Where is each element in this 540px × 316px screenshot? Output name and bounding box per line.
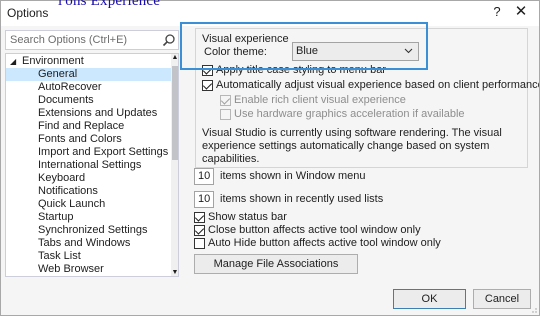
tree-item-label: Find and Replace [38, 120, 125, 132]
color-theme-dropdown[interactable]: Blue [292, 42, 419, 61]
hardware-acceleration-label: Use hardware graphics acceleration if av… [234, 108, 465, 120]
tree-item-environment[interactable]: ◢ Environment [6, 55, 171, 68]
tree-item-label: Keyboard [38, 172, 86, 184]
tree-item-label: Fonts and Colors [38, 133, 122, 145]
enable-rich-client-label: Enable rich client visual experience [234, 94, 406, 106]
tree-item-label: International Settings [38, 159, 142, 171]
dialog-title: Options [7, 6, 49, 20]
tree-item-tabs-and-windows[interactable]: Tabs and Windows [6, 237, 171, 250]
tree-item-label: AutoRecover [38, 81, 102, 93]
color-theme-label: Color theme: [204, 46, 267, 58]
tree-item-label: Task List [38, 250, 81, 262]
close-button-affects-checkbox[interactable] [194, 225, 205, 236]
group-legend: Visual experience [202, 33, 289, 45]
hardware-acceleration-checkbox[interactable] [220, 109, 231, 120]
recent-lists-count-label: items shown in recently used lists [220, 193, 384, 205]
tree-item-notifications[interactable]: Notifications [6, 185, 171, 198]
options-tree: ◢ Environment General AutoRecover Docume… [5, 53, 179, 277]
window-menu-count-input[interactable]: 10 [194, 168, 214, 185]
rendering-info-text: Visual Studio is currently using softwar… [202, 127, 502, 165]
tree-item-label: General [38, 68, 78, 80]
tree-scrollbar[interactable]: ▲ ▼ [171, 54, 178, 276]
tree-item-web-browser[interactable]: Web Browser [6, 263, 171, 276]
auto-hide-affects-checkbox[interactable] [194, 238, 205, 249]
search-icon[interactable] [162, 33, 176, 47]
window-menu-count-label: items shown in Window menu [220, 170, 366, 182]
tree-item-import-export-settings[interactable]: Import and Export Settings [6, 146, 171, 159]
chevron-down-icon [404, 48, 413, 54]
tree-item-find-and-replace[interactable]: Find and Replace [6, 120, 171, 133]
expanded-triangle-icon[interactable]: ◢ [10, 55, 16, 68]
search-options-box[interactable] [5, 30, 179, 50]
tree-item-label: Quick Launch [38, 198, 106, 210]
tree-item-fonts-and-colors[interactable]: Fonts and Colors [6, 133, 171, 146]
tree-item-general[interactable]: General [6, 68, 171, 81]
tree-item-label: Documents [38, 94, 94, 106]
auto-hide-affects-label: Auto Hide button affects active tool win… [208, 237, 441, 249]
tree-item-autorecover[interactable]: AutoRecover [6, 81, 171, 94]
auto-adjust-checkbox[interactable] [202, 80, 213, 91]
close-button[interactable]: ✕ [510, 2, 532, 20]
cancel-button[interactable]: Cancel [473, 289, 531, 309]
enable-rich-client-checkbox[interactable] [220, 95, 231, 106]
tree-item-quick-launch[interactable]: Quick Launch [6, 198, 171, 211]
apply-title-case-checkbox[interactable] [202, 65, 213, 76]
tree-item-label: Synchronized Settings [38, 224, 148, 236]
scrollbar-thumb[interactable] [172, 66, 178, 160]
tree-item-international-settings[interactable]: International Settings [6, 159, 171, 172]
options-dialog: Options ? ✕ ◢ Environment General AutoRe… [0, 0, 540, 316]
tree-item-label: Notifications [38, 185, 98, 197]
resize-grip-icon[interactable] [529, 305, 537, 313]
close-button-affects-label: Close button affects active tool window … [208, 224, 421, 236]
manage-file-associations-button[interactable]: Manage File Associations [194, 254, 358, 274]
scroll-up-arrow-icon[interactable]: ▲ [171, 54, 178, 61]
color-theme-value: Blue [296, 45, 319, 57]
scroll-down-arrow-icon[interactable]: ▼ [171, 269, 178, 276]
tree-item-synchronized-settings[interactable]: Synchronized Settings [6, 224, 171, 237]
tree-item-label: Tabs and Windows [38, 237, 131, 249]
show-status-bar-label: Show status bar [208, 211, 287, 223]
ok-button[interactable]: OK [393, 289, 466, 309]
partial-page-heading: l'ons Experience [58, 0, 161, 9]
tree-item-documents[interactable]: Documents [6, 94, 171, 107]
tree-item-extensions-and-updates[interactable]: Extensions and Updates [6, 107, 171, 120]
auto-adjust-label: Automatically adjust visual experience b… [216, 79, 540, 91]
tree-item-label: Extensions and Updates [38, 107, 158, 119]
recent-lists-count-input[interactable]: 10 [194, 191, 214, 208]
search-options-input[interactable] [6, 31, 156, 49]
tree-item-label: Web Browser [38, 263, 104, 275]
help-button[interactable]: ? [487, 4, 507, 19]
tree-item-label: Startup [38, 211, 74, 223]
apply-title-case-label: Apply title case styling to menu bar [216, 64, 386, 76]
show-status-bar-checkbox[interactable] [194, 212, 205, 223]
tree-item-keyboard[interactable]: Keyboard [6, 172, 171, 185]
tree-item-label: Import and Export Settings [38, 146, 169, 158]
tree-item-label: Environment [22, 55, 84, 67]
tree-item-startup[interactable]: Startup [6, 211, 171, 224]
tree-item-task-list[interactable]: Task List [6, 250, 171, 263]
